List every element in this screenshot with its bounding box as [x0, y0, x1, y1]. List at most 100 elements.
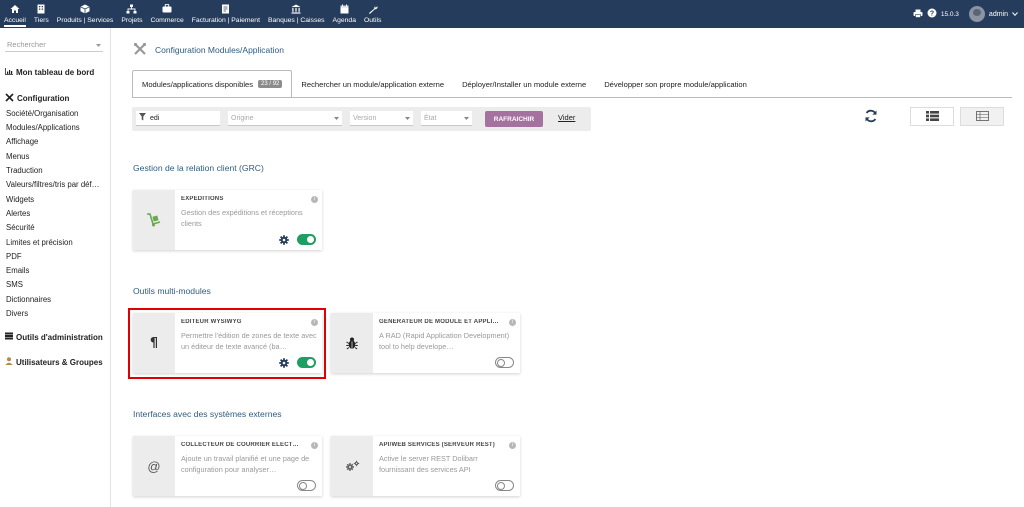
main-menu: Accueil Tiers Produits | Services Projet…	[0, 0, 385, 28]
info-icon[interactable]: i	[509, 442, 516, 449]
sidebar-item-sms[interactable]: SMS	[6, 280, 23, 289]
section-title-interfaces: Interfaces avec des systèmes externes	[133, 409, 282, 419]
refresh-button[interactable]: RAFRAICHIR	[485, 111, 543, 127]
sidebar-item-pdf[interactable]: PDF	[6, 252, 22, 261]
module-title: GÉNÉRATEUR DE MODULE ET APPLI…	[379, 319, 499, 325]
sidebar-item-modules[interactable]: Modules/Applications	[6, 123, 80, 132]
tab-modules-disponibles[interactable]: Modules/applications disponibles 23 / 92	[132, 70, 293, 98]
module-toggle-on[interactable]	[297, 234, 316, 245]
nav-banques-caisses[interactable]: Banques | Caisses	[264, 0, 329, 28]
sidebar-item-limites[interactable]: Limites et précision	[6, 238, 73, 247]
nav-tiers[interactable]: Tiers	[30, 0, 53, 28]
nav-label: Agenda	[332, 17, 356, 24]
gear-icon[interactable]	[279, 235, 289, 247]
module-toggle-off[interactable]	[495, 480, 514, 491]
help-icon[interactable]: ?	[927, 8, 937, 20]
module-toggle-off[interactable]	[495, 357, 514, 368]
info-icon[interactable]: i	[509, 319, 516, 326]
sidebar-dashboard-label: Mon tableau de bord	[16, 68, 95, 77]
chart-icon	[5, 68, 13, 77]
sidebar-configuration[interactable]: Configuration	[5, 93, 69, 104]
sidebar-configuration-label: Configuration	[17, 94, 70, 103]
invoice-icon	[221, 3, 230, 14]
user-name[interactable]: admin	[989, 11, 1008, 18]
filter-icon	[139, 113, 146, 123]
sidebar-item-emails[interactable]: Emails	[6, 266, 29, 275]
left-sidebar: Rechercher Mon tableau de bord Configura…	[0, 28, 111, 507]
calendar-icon	[340, 3, 349, 14]
nav-facturation-paiement[interactable]: Facturation | Paiement	[188, 0, 264, 28]
state-select[interactable]: État	[421, 111, 472, 126]
module-title: API/WEB SERVICES (SERVEUR REST)	[379, 442, 495, 448]
user-icon	[5, 357, 13, 367]
highlight-box	[128, 308, 326, 379]
reload-icon[interactable]	[864, 109, 878, 125]
sitemap-icon	[126, 3, 137, 14]
version-label: 15.0.3	[940, 10, 959, 18]
info-icon[interactable]: i	[311, 196, 318, 203]
version-select[interactable]: Version	[350, 111, 413, 126]
view-kanban-button[interactable]	[910, 107, 954, 126]
state-placeholder: État	[424, 114, 437, 122]
view-list-button[interactable]	[960, 107, 1004, 126]
printer-icon[interactable]	[913, 9, 923, 20]
sidebar-item-divers[interactable]: Divers	[6, 309, 28, 318]
module-toggle-off[interactable]	[297, 480, 316, 491]
module-card-api-rest[interactable]: API/WEB SERVICES (SERVEUR REST) i Active…	[331, 436, 520, 496]
chevron-down-icon[interactable]	[1012, 11, 1018, 18]
at-icon: @	[133, 436, 175, 496]
nav-commerce[interactable]: Commerce	[146, 0, 187, 28]
tab-label: Déployer/Installer un module externe	[462, 79, 587, 89]
caret-down-icon	[464, 115, 469, 122]
sidebar-admin-tools[interactable]: Outils d'administration	[5, 332, 103, 342]
tab-label: Modules/applications disponibles	[142, 79, 254, 89]
nav-label: Facturation | Paiement	[191, 17, 260, 24]
tab-rechercher-externe[interactable]: Rechercher un module/application externe	[292, 70, 453, 98]
clear-filter-link[interactable]: Vider	[558, 113, 575, 122]
module-card-module-builder[interactable]: GÉNÉRATEUR DE MODULE ET APPLI… i A RAD (…	[331, 313, 520, 373]
sidebar-item-dictionnaires[interactable]: Dictionnaires	[6, 295, 51, 304]
sidebar-users-groups[interactable]: Utilisateurs & Groupes	[5, 357, 103, 367]
origin-select[interactable]: Origine	[228, 111, 342, 126]
sidebar-item-menus[interactable]: Menus	[6, 152, 29, 161]
nav-label: Projets	[121, 17, 143, 24]
server-icon	[5, 332, 13, 342]
sidebar-item-societe[interactable]: Société/Organisation	[6, 109, 78, 118]
tab-label: Rechercher un module/application externe	[301, 79, 445, 89]
sidebar-item-securite[interactable]: Sécurité	[6, 223, 35, 232]
search-input[interactable]: edi	[136, 111, 220, 126]
origin-placeholder: Origine	[231, 114, 254, 122]
tab-developper[interactable]: Développer son propre module/application	[595, 70, 756, 98]
caret-down-icon	[405, 115, 410, 122]
nav-outils[interactable]: Outils	[360, 0, 385, 28]
module-description: Gestion des expéditions et réceptions cl…	[181, 208, 303, 228]
sidebar-item-traduction[interactable]: Traduction	[6, 166, 43, 175]
page-title-text: Configuration Modules/Application	[155, 45, 284, 55]
module-card-email-collector[interactable]: @ COLLECTEUR DE COURRIER ÉLECT… i Ajoute…	[133, 436, 322, 496]
module-card-expeditions[interactable]: EXPÉDITIONS i Gestion des expéditions et…	[133, 190, 322, 250]
sidebar-dashboard[interactable]: Mon tableau de bord	[5, 68, 94, 77]
sidebar-item-alertes[interactable]: Alertes	[6, 209, 30, 218]
search-select[interactable]: Rechercher	[5, 38, 103, 52]
nav-projets[interactable]: Projets	[117, 0, 146, 28]
module-title: EXPÉDITIONS	[181, 196, 224, 202]
user-area: ? 15.0.3 admin	[913, 0, 1018, 28]
info-icon[interactable]: i	[311, 442, 318, 449]
tab-deployer[interactable]: Déployer/Installer un module externe	[453, 70, 595, 98]
tabs: Modules/applications disponibles 23 / 92…	[132, 70, 756, 98]
sidebar-admin-tools-label: Outils d'administration	[16, 332, 103, 342]
nav-label: Commerce	[150, 17, 184, 24]
cogs-icon	[331, 436, 373, 496]
nav-label: Banques | Caisses	[267, 17, 325, 24]
nav-produits-services[interactable]: Produits | Services	[53, 0, 118, 28]
avatar[interactable]	[968, 6, 985, 22]
sidebar-item-widgets[interactable]: Widgets	[6, 195, 34, 204]
sidebar-users-groups-label: Utilisateurs & Groupes	[16, 357, 103, 367]
search-placeholder: Rechercher	[7, 40, 46, 49]
caret-down-icon	[96, 40, 101, 49]
sidebar-item-valeurs[interactable]: Valeurs/filtres/tris par déf…	[6, 180, 99, 189]
nav-agenda[interactable]: Agenda	[329, 0, 360, 28]
tab-label: Développer son propre module/application	[604, 79, 747, 89]
nav-accueil[interactable]: Accueil	[0, 0, 30, 28]
sidebar-item-affichage[interactable]: Affichage	[6, 137, 38, 146]
